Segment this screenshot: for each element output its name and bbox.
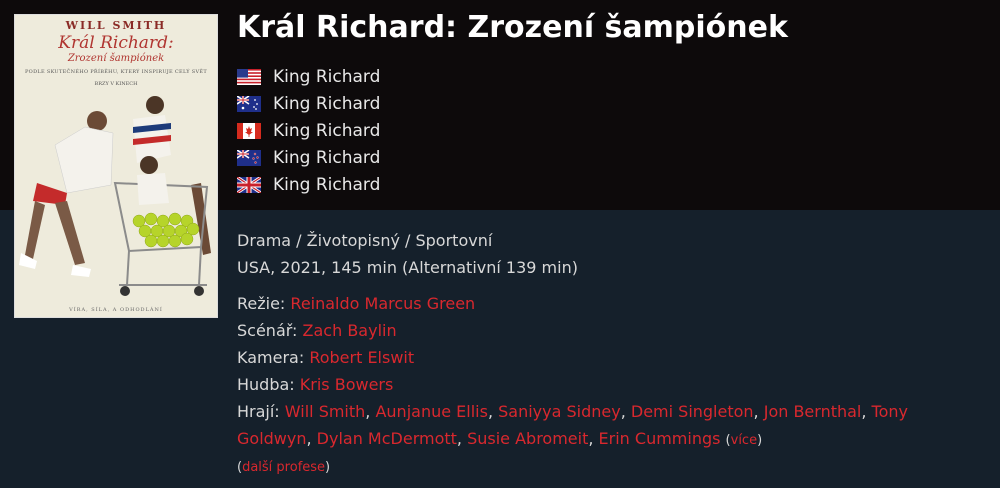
- director-row: Režie: Reinaldo Marcus Green: [237, 290, 987, 317]
- origin-year-runtime: USA, 2021, 145 min (Alternativní 139 min…: [237, 258, 578, 277]
- genres: Drama / Životopisný / Sportovní: [237, 231, 493, 250]
- aka-title: King Richard: [273, 120, 381, 141]
- alternative-titles: King Richard King Richard King Richard K…: [237, 63, 380, 198]
- movie-info: Drama / Životopisný / Sportovní USA, 202…: [237, 227, 987, 481]
- cast-link[interactable]: Saniyya Sidney: [498, 402, 621, 421]
- cast-row: Hrají: Will Smith, Aunjanue Ellis, Saniy…: [237, 402, 908, 448]
- music-label: Hudba:: [237, 375, 295, 394]
- aka-title: King Richard: [273, 147, 381, 168]
- poster-tagline: PODLE SKUTEČNÉHO PŘÍBĚHU, KTERÝ INSPIRUJ…: [25, 69, 207, 75]
- cast-link[interactable]: Dylan McDermott: [317, 429, 457, 448]
- cast-link[interactable]: Jon Bernthal: [764, 402, 862, 421]
- aka-title: King Richard: [273, 174, 381, 195]
- cast-link[interactable]: Aunjanue Ellis: [375, 402, 487, 421]
- aka-row: King Richard: [237, 144, 380, 171]
- camera-link[interactable]: Robert Elswit: [309, 348, 414, 367]
- poster-bottom-text: VÍRA, SÍLA, A ODHODLÁNÍ: [69, 307, 163, 313]
- poster-title: Král Richard:: [58, 33, 174, 53]
- poster-release: BRZY V KINECH: [94, 81, 138, 87]
- movie-poster[interactable]: WILL SMITH Král Richard: Zrození šampión…: [14, 14, 218, 318]
- writer-row: Scénář: Zach Baylin: [237, 317, 987, 344]
- aka-title: King Richard: [273, 93, 381, 114]
- aka-title: King Richard: [273, 66, 381, 87]
- writer-label: Scénář:: [237, 321, 298, 340]
- cast-label: Hrají:: [237, 402, 280, 421]
- more-cast-link[interactable]: více: [731, 433, 757, 448]
- music-row: Hudba: Kris Bowers: [237, 371, 987, 398]
- cast-link[interactable]: Erin Cummings: [599, 429, 721, 448]
- more-cast-wrapper: (více): [725, 433, 763, 448]
- nz-flag-icon: [237, 149, 261, 166]
- gb-flag-icon: [237, 176, 261, 193]
- au-flag-icon: [237, 95, 261, 112]
- more-professions-row: (další profese): [237, 460, 331, 475]
- camera-row: Kamera: Robert Elswit: [237, 344, 987, 371]
- poster-star-name: WILL SMITH: [65, 19, 167, 32]
- aka-row: King Richard: [237, 171, 380, 198]
- cast-link[interactable]: Demi Singleton: [631, 402, 754, 421]
- ca-flag-icon: [237, 122, 261, 139]
- director-link[interactable]: Reinaldo Marcus Green: [290, 294, 475, 313]
- more-professions-link[interactable]: další profese: [242, 460, 325, 475]
- us-flag-icon: [237, 68, 261, 85]
- aka-row: King Richard: [237, 90, 380, 117]
- aka-row: King Richard: [237, 63, 380, 90]
- aka-row: King Richard: [237, 117, 380, 144]
- cast-link[interactable]: Susie Abromeit: [467, 429, 588, 448]
- writer-link[interactable]: Zach Baylin: [303, 321, 397, 340]
- poster-subtitle: Zrození šampiónek: [67, 53, 165, 64]
- movie-title: Král Richard: Zrození šampiónek: [237, 10, 788, 45]
- music-link[interactable]: Kris Bowers: [300, 375, 394, 394]
- director-label: Režie:: [237, 294, 286, 313]
- camera-label: Kamera:: [237, 348, 305, 367]
- cast-link[interactable]: Will Smith: [285, 402, 366, 421]
